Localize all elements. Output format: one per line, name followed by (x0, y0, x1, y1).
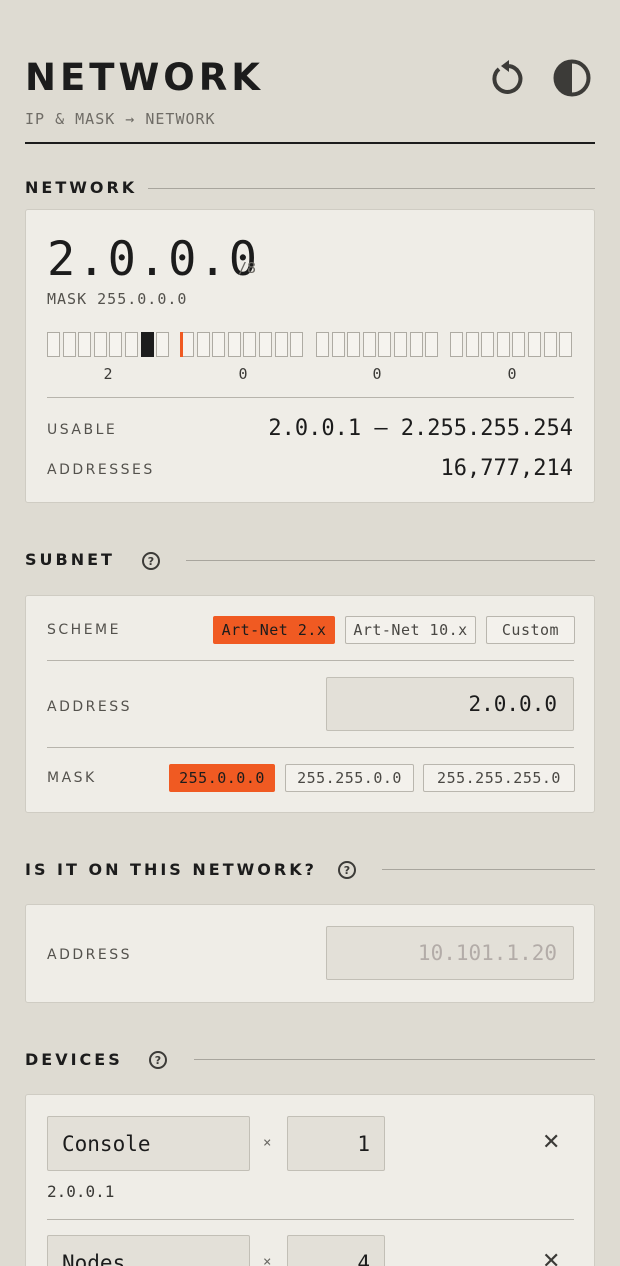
bit-cell (47, 332, 60, 357)
subnet-address-field[interactable] (326, 677, 574, 731)
scheme-label: SCHEME (47, 622, 121, 638)
bit-cell (196, 332, 210, 357)
device-name-input[interactable] (62, 1131, 235, 1156)
device-count-field[interactable] (287, 1116, 385, 1171)
bit-cell (378, 332, 392, 357)
bit-cell (259, 332, 272, 357)
octet-value: 0 (507, 365, 517, 383)
divider (47, 747, 574, 748)
bit-cell (450, 332, 463, 357)
bit-cell (93, 332, 107, 357)
bit-cell (559, 332, 573, 357)
theme-toggle-icon[interactable] (550, 56, 594, 100)
bit-cell (62, 332, 76, 357)
breadcrumb: IP & MASK → NETWORK (25, 110, 216, 128)
mask-label: MASK 255.0.0.0 (47, 290, 188, 308)
network-ip: 2.0.0.0 (47, 232, 260, 287)
device-count-field[interactable] (287, 1235, 385, 1266)
mask-option-8[interactable]: 255.0.0.0 (169, 764, 275, 792)
scheme-option-artnet-2x[interactable]: Art-Net 2.x (213, 616, 335, 644)
bit-cell (362, 332, 376, 357)
cidr-suffix: /8 (238, 259, 257, 277)
device-ip-range: 2.0.0.1 (47, 1182, 115, 1201)
usable-range: 2.0.0.1 – 2.255.255.254 (268, 416, 573, 441)
bit-cell (409, 332, 423, 357)
check-address-label: ADDRESS (47, 947, 132, 963)
bit-cell (481, 332, 495, 357)
device-name-input[interactable] (62, 1250, 235, 1266)
times-sign: × (263, 1135, 272, 1151)
times-sign: × (263, 1254, 272, 1266)
section-divider (382, 869, 595, 870)
subnet-section-title: SUBNET (25, 550, 115, 569)
bit-cell (156, 332, 170, 357)
addresses-label: ADDRESSES (47, 462, 155, 478)
bit-cell (212, 332, 226, 357)
devices-card: × ✕ 2.0.0.1 × ✕ (25, 1094, 595, 1266)
section-divider (148, 188, 595, 189)
devices-section-title: DEVICES (25, 1050, 123, 1069)
bit-cell (125, 332, 138, 357)
bit-cell (425, 332, 439, 357)
usable-label: USABLE (47, 422, 118, 438)
subnet-address-input[interactable] (343, 692, 557, 716)
device-count-input[interactable] (302, 1250, 370, 1266)
remove-device-icon[interactable]: ✕ (542, 1249, 560, 1266)
octet-value: 0 (238, 365, 248, 383)
network-section-title: NETWORK (25, 178, 138, 197)
bit-cell (512, 332, 526, 357)
section-divider (186, 560, 595, 561)
section-divider (194, 1059, 595, 1060)
bit-cell (528, 332, 541, 357)
binary-visualizer (26, 332, 596, 362)
bit-cell (496, 332, 510, 357)
remove-device-icon[interactable]: ✕ (542, 1130, 560, 1155)
bit-cell (347, 332, 361, 357)
check-address-field[interactable] (326, 926, 574, 980)
addresses-count: 16,777,214 (440, 456, 573, 481)
bit-cell (290, 332, 304, 357)
subnet-address-label: ADDRESS (47, 699, 132, 715)
scheme-option-custom[interactable]: Custom (486, 616, 575, 644)
bit-cell (109, 332, 123, 357)
bit-cell (394, 332, 407, 357)
help-icon[interactable]: ? (142, 552, 160, 570)
check-section-title: IS IT ON THIS NETWORK? (25, 860, 317, 879)
network-card: 2.0.0.0 /8 MASK 255.0.0.0 2 0 0 0 USABLE… (25, 209, 595, 503)
header-divider (25, 142, 595, 144)
help-icon[interactable]: ? (338, 861, 356, 879)
mask-boundary-marker (180, 332, 183, 357)
divider (47, 1219, 574, 1220)
bit-cell (316, 332, 329, 357)
bit-cell (331, 332, 345, 357)
bit-cell (243, 332, 257, 357)
bit-cell (78, 332, 92, 357)
bit-cell (140, 332, 154, 357)
octet-value: 2 (103, 365, 113, 383)
mask-option-16[interactable]: 255.255.0.0 (285, 764, 414, 792)
device-count-input[interactable] (302, 1131, 370, 1156)
device-name-field[interactable] (47, 1116, 250, 1171)
check-address-input[interactable] (343, 941, 557, 965)
divider (47, 660, 574, 661)
device-name-field[interactable] (47, 1235, 250, 1266)
bit-cell (465, 332, 479, 357)
bit-cell (274, 332, 288, 357)
bit-cell (227, 332, 241, 357)
check-card: ADDRESS (25, 904, 595, 1003)
scheme-option-artnet-10x[interactable]: Art-Net 10.x (345, 616, 476, 644)
help-icon[interactable]: ? (149, 1051, 167, 1069)
mask-option-24[interactable]: 255.255.255.0 (423, 764, 575, 792)
subnet-card: SCHEME Art-Net 2.x Art-Net 10.x Custom A… (25, 595, 595, 813)
bit-cell (543, 332, 557, 357)
octet-value: 0 (372, 365, 382, 383)
subnet-mask-label: MASK (47, 770, 97, 786)
divider (47, 397, 574, 398)
reset-icon[interactable] (485, 56, 529, 100)
page-title: NETWORK (25, 56, 264, 99)
